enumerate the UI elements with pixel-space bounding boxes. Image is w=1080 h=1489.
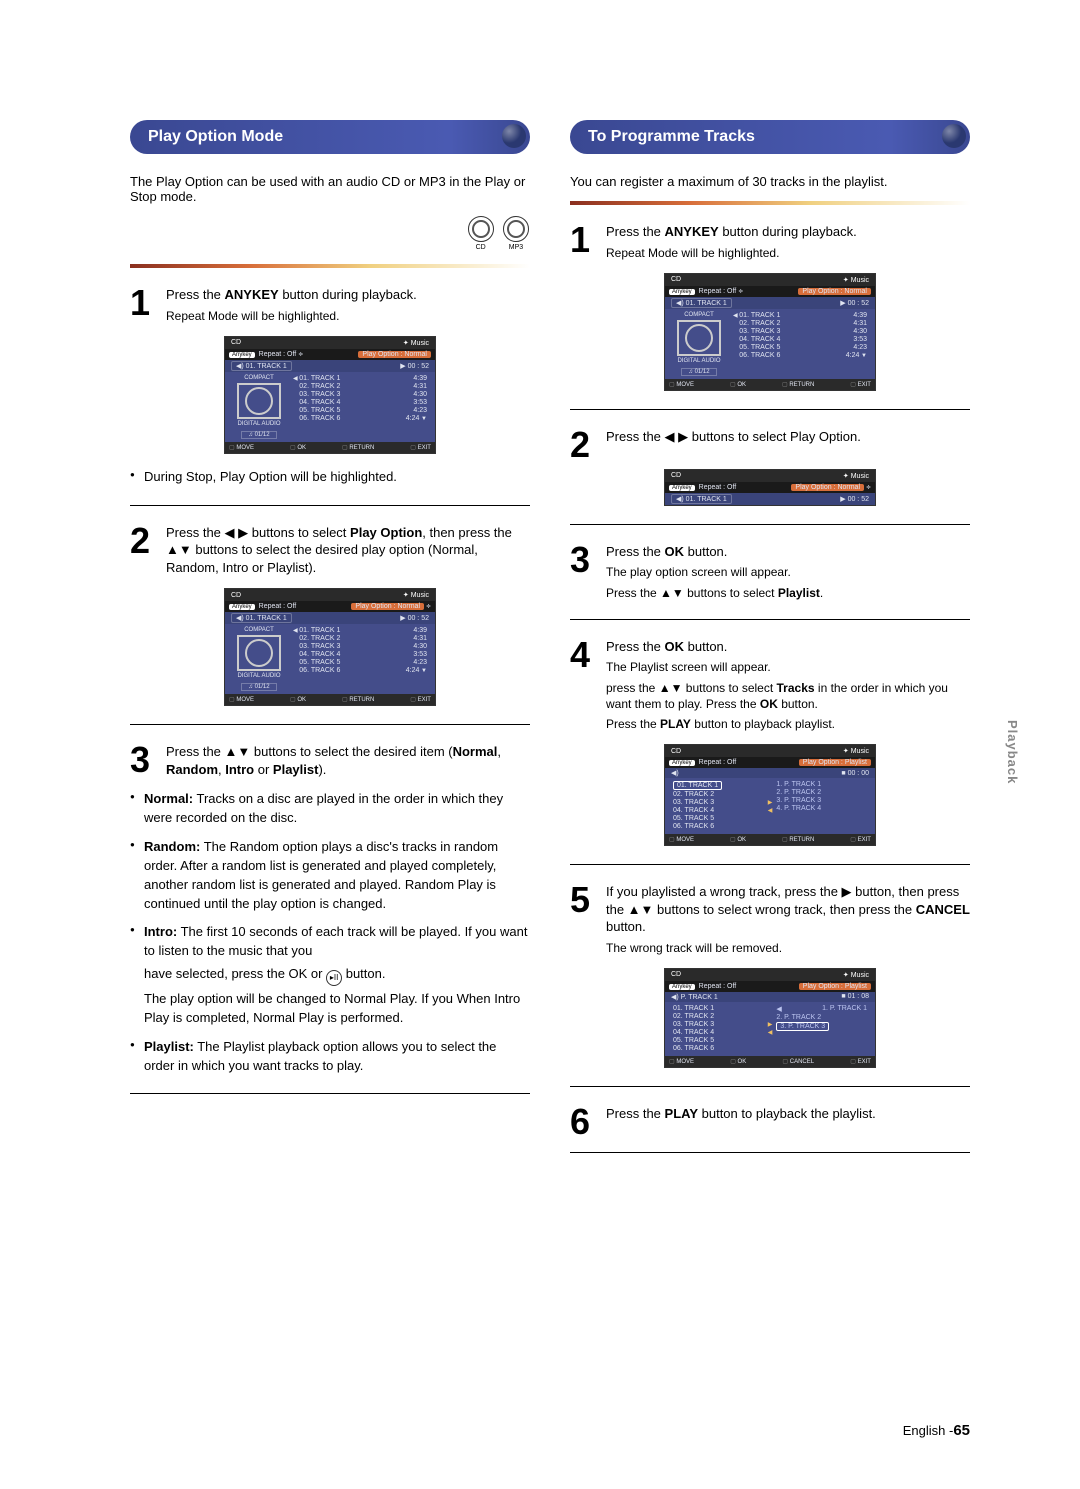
step-number: 1 [130, 286, 166, 324]
separator [130, 505, 530, 506]
step-3: 3 Press the ▲▼ buttons to select the des… [130, 743, 530, 778]
separator [130, 264, 530, 268]
badge-cd: CD [467, 216, 495, 251]
left-column: Play Option Mode The Play Option can be … [130, 120, 530, 1439]
bullet-during-stop: During Stop, Play Option will be highlig… [130, 468, 530, 487]
screenshot-programme-1: CDMusic Anykey Repeat : Off ≑ Play Optio… [664, 273, 876, 391]
separator [570, 1086, 970, 1087]
screenshot-playlist-4: CDMusic Anykey Repeat : Off Play Option … [664, 744, 876, 846]
step-3: 3 Press the OK button. The play option s… [570, 543, 970, 601]
header-text: To Programme Tracks [588, 128, 755, 145]
step-6: 6 Press the PLAY button to playback the … [570, 1105, 970, 1134]
media-badges: CD MP3 [130, 216, 530, 252]
screenshot-play-option-2: CDMusic Anykey Repeat : Off Play Option … [224, 588, 436, 706]
section-header-play-option: Play Option Mode [130, 120, 530, 154]
separator [570, 619, 970, 620]
step-2: 2 Press the ◀ ▶ buttons to select Play O… [570, 428, 970, 457]
separator [130, 724, 530, 725]
step-4: 4 Press the OK button. The Playlist scre… [570, 638, 970, 732]
intro-text: You can register a maximum of 30 tracks … [570, 174, 970, 189]
step-1: 1 Press the ANYKEY button during playbac… [570, 223, 970, 261]
play-icon: ▸II [326, 970, 342, 986]
separator [570, 409, 970, 410]
step-2: 2 Press the ◀ ▶ buttons to select Play O… [130, 524, 530, 577]
screenshot-playlist-5: CDMusic Anykey Repeat : Off Play Option … [664, 968, 876, 1068]
separator [570, 1152, 970, 1153]
separator [130, 1093, 530, 1094]
header-text: Play Option Mode [148, 128, 283, 145]
badge-mp3: MP3 [502, 216, 530, 251]
intro-text: The Play Option can be used with an audi… [130, 174, 530, 204]
page-footer: English -65 [903, 1422, 970, 1439]
separator [570, 524, 970, 525]
step-5: 5 If you playlisted a wrong track, press… [570, 883, 970, 956]
separator [570, 201, 970, 205]
section-header-programme: To Programme Tracks [570, 120, 970, 154]
option-descriptions: Normal: Tracks on a disc are played in t… [130, 790, 530, 1075]
step-1: 1 Press the ANYKEY button during playbac… [130, 286, 530, 324]
screenshot-programme-2: CDMusic Anykey Repeat : Off Play Option … [664, 469, 876, 506]
side-tab-playback: Playback [1005, 720, 1020, 784]
separator [570, 864, 970, 865]
screenshot-play-option-1: CDMusic Anykey Repeat : Off ≑ Play Optio… [224, 336, 436, 454]
right-column: To Programme Tracks You can register a m… [570, 120, 970, 1439]
